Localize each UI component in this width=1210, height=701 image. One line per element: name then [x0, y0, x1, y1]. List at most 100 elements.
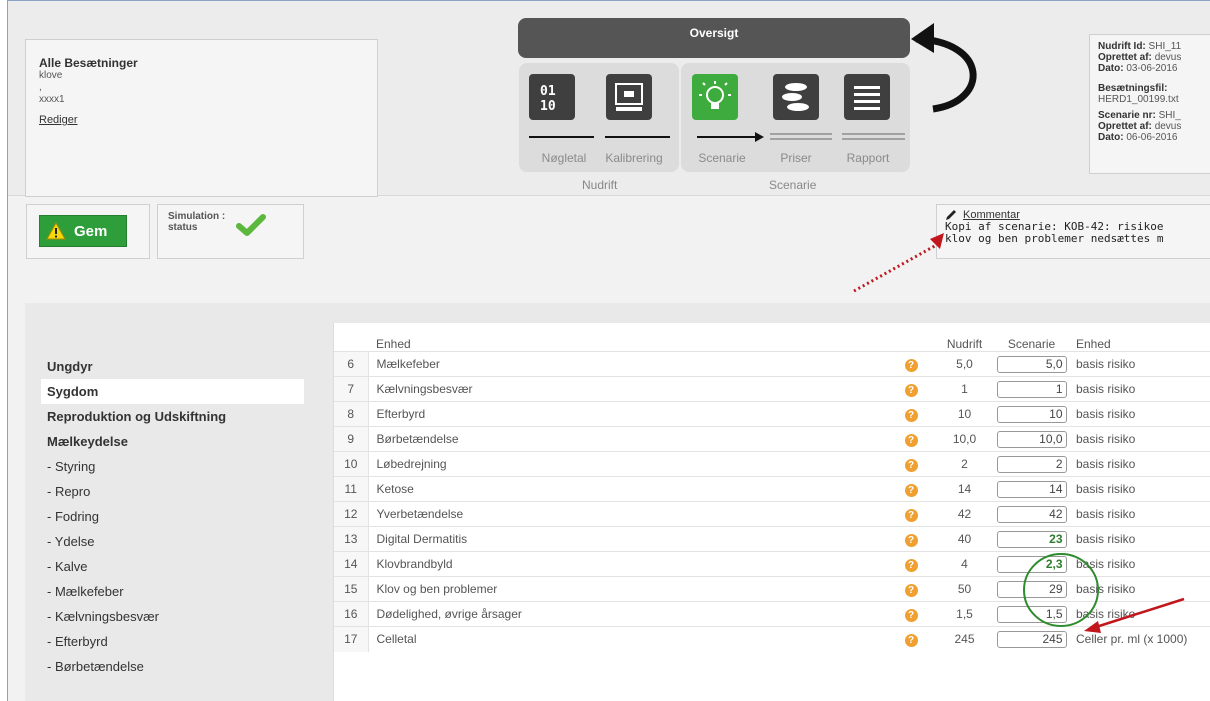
- step-priser[interactable]: [773, 74, 819, 120]
- row-unit: Celler pr. ml (x 1000): [1070, 626, 1210, 652]
- meta-value: devus: [1154, 52, 1182, 63]
- help-icon[interactable]: ?: [904, 508, 918, 522]
- list-icon: [854, 86, 880, 110]
- row-unit: basis risiko: [1070, 376, 1210, 402]
- crew-line: klove: [39, 70, 63, 81]
- sidebar-item-repro[interactable]: - Repro: [41, 479, 304, 504]
- help-icon[interactable]: ?: [904, 408, 918, 422]
- sidebar-item-kalve[interactable]: - Kalve: [41, 554, 304, 579]
- help-icon[interactable]: ?: [904, 383, 918, 397]
- step-progress-line: [529, 136, 594, 138]
- simulation-label: Simulation :: [168, 211, 226, 222]
- row-unit: basis risiko: [1070, 351, 1210, 377]
- scenario-input[interactable]: 2: [996, 455, 1067, 473]
- save-button[interactable]: Gem: [39, 215, 127, 247]
- lightbulb-icon: [699, 81, 731, 109]
- help-icon[interactable]: ?: [904, 458, 918, 472]
- scenario-input[interactable]: 14: [996, 480, 1067, 498]
- row-nudrift: 10: [936, 401, 993, 427]
- table-row: 17 Celletal? 245 245 Celler pr. ml (x 1000): [334, 626, 1210, 652]
- meta-label: Oprettet af:: [1098, 52, 1152, 63]
- row-unit: basis risiko: [1070, 601, 1210, 627]
- red-dotted-arrow-icon: [853, 233, 944, 293]
- row-nudrift: 5,0: [936, 351, 993, 377]
- scenario-input[interactable]: 1,5: [996, 605, 1067, 623]
- scenario-input[interactable]: 5,0: [996, 355, 1067, 373]
- scenario-input[interactable]: 29: [996, 580, 1067, 598]
- meta-label: Dato:: [1098, 63, 1124, 74]
- step-label-priser[interactable]: Priser: [761, 151, 831, 165]
- help-icon[interactable]: ?: [904, 483, 918, 497]
- overview-button[interactable]: Oversigt: [518, 18, 910, 58]
- scenario-input[interactable]: 23: [996, 530, 1067, 548]
- crew-line: xxxx1: [39, 94, 65, 105]
- step-label-noegletal[interactable]: Nøgletal: [529, 151, 599, 165]
- sidebar-item-reproduktion[interactable]: Reproduktion og Udskiftning: [41, 404, 304, 429]
- binary-icon: 0110: [540, 84, 556, 112]
- help-icon[interactable]: ?: [904, 558, 918, 572]
- comment-panel: Kommentar Kopi af scenarie: KOB-42: risi…: [936, 204, 1210, 259]
- row-name: Mælkefeber: [368, 351, 886, 377]
- row-name: Løbedrejning: [368, 451, 886, 477]
- step-rapport[interactable]: [844, 74, 890, 120]
- scenario-input[interactable]: 245: [996, 630, 1067, 648]
- help-icon[interactable]: ?: [904, 358, 918, 372]
- group-caption-scenarie: Scenarie: [769, 178, 817, 192]
- sidebar-item-ungdyr[interactable]: Ungdyr: [41, 354, 304, 379]
- scenario-input[interactable]: 10: [996, 405, 1067, 423]
- scenario-input[interactable]: 10,0: [996, 430, 1067, 448]
- row-nudrift: 14: [936, 476, 993, 502]
- header: Alle Besætninger klove , xxxx1 Rediger O…: [8, 1, 1210, 197]
- scenario-input[interactable]: 2,3: [996, 555, 1067, 573]
- sidebar: Ungdyr Sygdom Reproduktion og Udskiftnin…: [41, 354, 304, 679]
- sidebar-item-boerbetaendelse[interactable]: - Børbetændelse: [41, 654, 304, 679]
- scenario-input[interactable]: 42: [996, 505, 1067, 523]
- scenario-input[interactable]: 1: [996, 380, 1067, 398]
- row-number: 6: [334, 351, 369, 377]
- parameter-table: Enhed Nudrift Scenarie Enhed 6 Mælkefeber…: [333, 323, 1210, 701]
- help-icon[interactable]: ?: [904, 583, 918, 597]
- step-label-kalibrering[interactable]: Kalibrering: [599, 151, 669, 165]
- row-name: Efterbyrd: [368, 401, 886, 427]
- col-header-unit: Enhed: [1076, 337, 1111, 351]
- sidebar-item-styring[interactable]: - Styring: [41, 454, 304, 479]
- row-number: 13: [334, 526, 369, 552]
- sidebar-item-maelkeydelse[interactable]: Mælkeydelse: [41, 429, 304, 454]
- row-unit: basis risiko: [1070, 401, 1210, 427]
- help-icon[interactable]: ?: [904, 533, 918, 547]
- sidebar-item-maelkefeber[interactable]: - Mælkefeber: [41, 579, 304, 604]
- sidebar-item-kaelvningsbesvaer[interactable]: - Kælvningsbesvær: [41, 604, 304, 629]
- row-nudrift: 40: [936, 526, 993, 552]
- help-icon[interactable]: ?: [904, 633, 918, 647]
- step-label-scenarie[interactable]: Scenarie: [687, 151, 757, 165]
- step-label-rapport[interactable]: Rapport: [833, 151, 903, 165]
- table-row: 10 Løbedrejning? 2 2 basis risiko: [334, 451, 1210, 477]
- row-nudrift: 1: [936, 376, 993, 402]
- group-caption-nudrift: Nudrift: [582, 178, 618, 192]
- app-window: Alle Besætninger klove , xxxx1 Rediger O…: [7, 0, 1210, 701]
- table-row: 8 Efterbyrd? 10 10 basis risiko: [334, 401, 1210, 427]
- sidebar-item-fodring[interactable]: - Fodring: [41, 504, 304, 529]
- save-label: Gem: [74, 222, 108, 240]
- sidebar-item-sygdom[interactable]: Sygdom: [41, 379, 304, 404]
- help-icon[interactable]: ?: [904, 433, 918, 447]
- comment-text: klov og ben problemer nedsættes m: [945, 232, 1164, 245]
- meta-value: HERD1_00199.txt: [1098, 94, 1179, 105]
- meta-value: 06-06-2016: [1126, 132, 1178, 143]
- save-panel: Gem: [26, 204, 150, 259]
- row-unit: basis risiko: [1070, 476, 1210, 502]
- col-header-name: Enhed: [376, 337, 411, 351]
- row-nudrift: 2: [936, 451, 993, 477]
- help-icon[interactable]: ?: [904, 608, 918, 622]
- step-noegletal[interactable]: 01 10: [529, 74, 575, 120]
- meta-value: SHI_11: [1148, 41, 1182, 52]
- sidebar-item-efterbyrd[interactable]: - Efterbyrd: [41, 629, 304, 654]
- edit-link[interactable]: Rediger: [39, 114, 78, 126]
- row-number: 10: [334, 451, 369, 477]
- sidebar-item-ydelse[interactable]: - Ydelse: [41, 529, 304, 554]
- table-header-row: Enhed Nudrift Scenarie Enhed: [334, 323, 1210, 352]
- row-number: 7: [334, 376, 369, 402]
- step-scenarie[interactable]: [692, 74, 738, 120]
- step-kalibrering[interactable]: [606, 74, 652, 120]
- row-number: 11: [334, 476, 369, 502]
